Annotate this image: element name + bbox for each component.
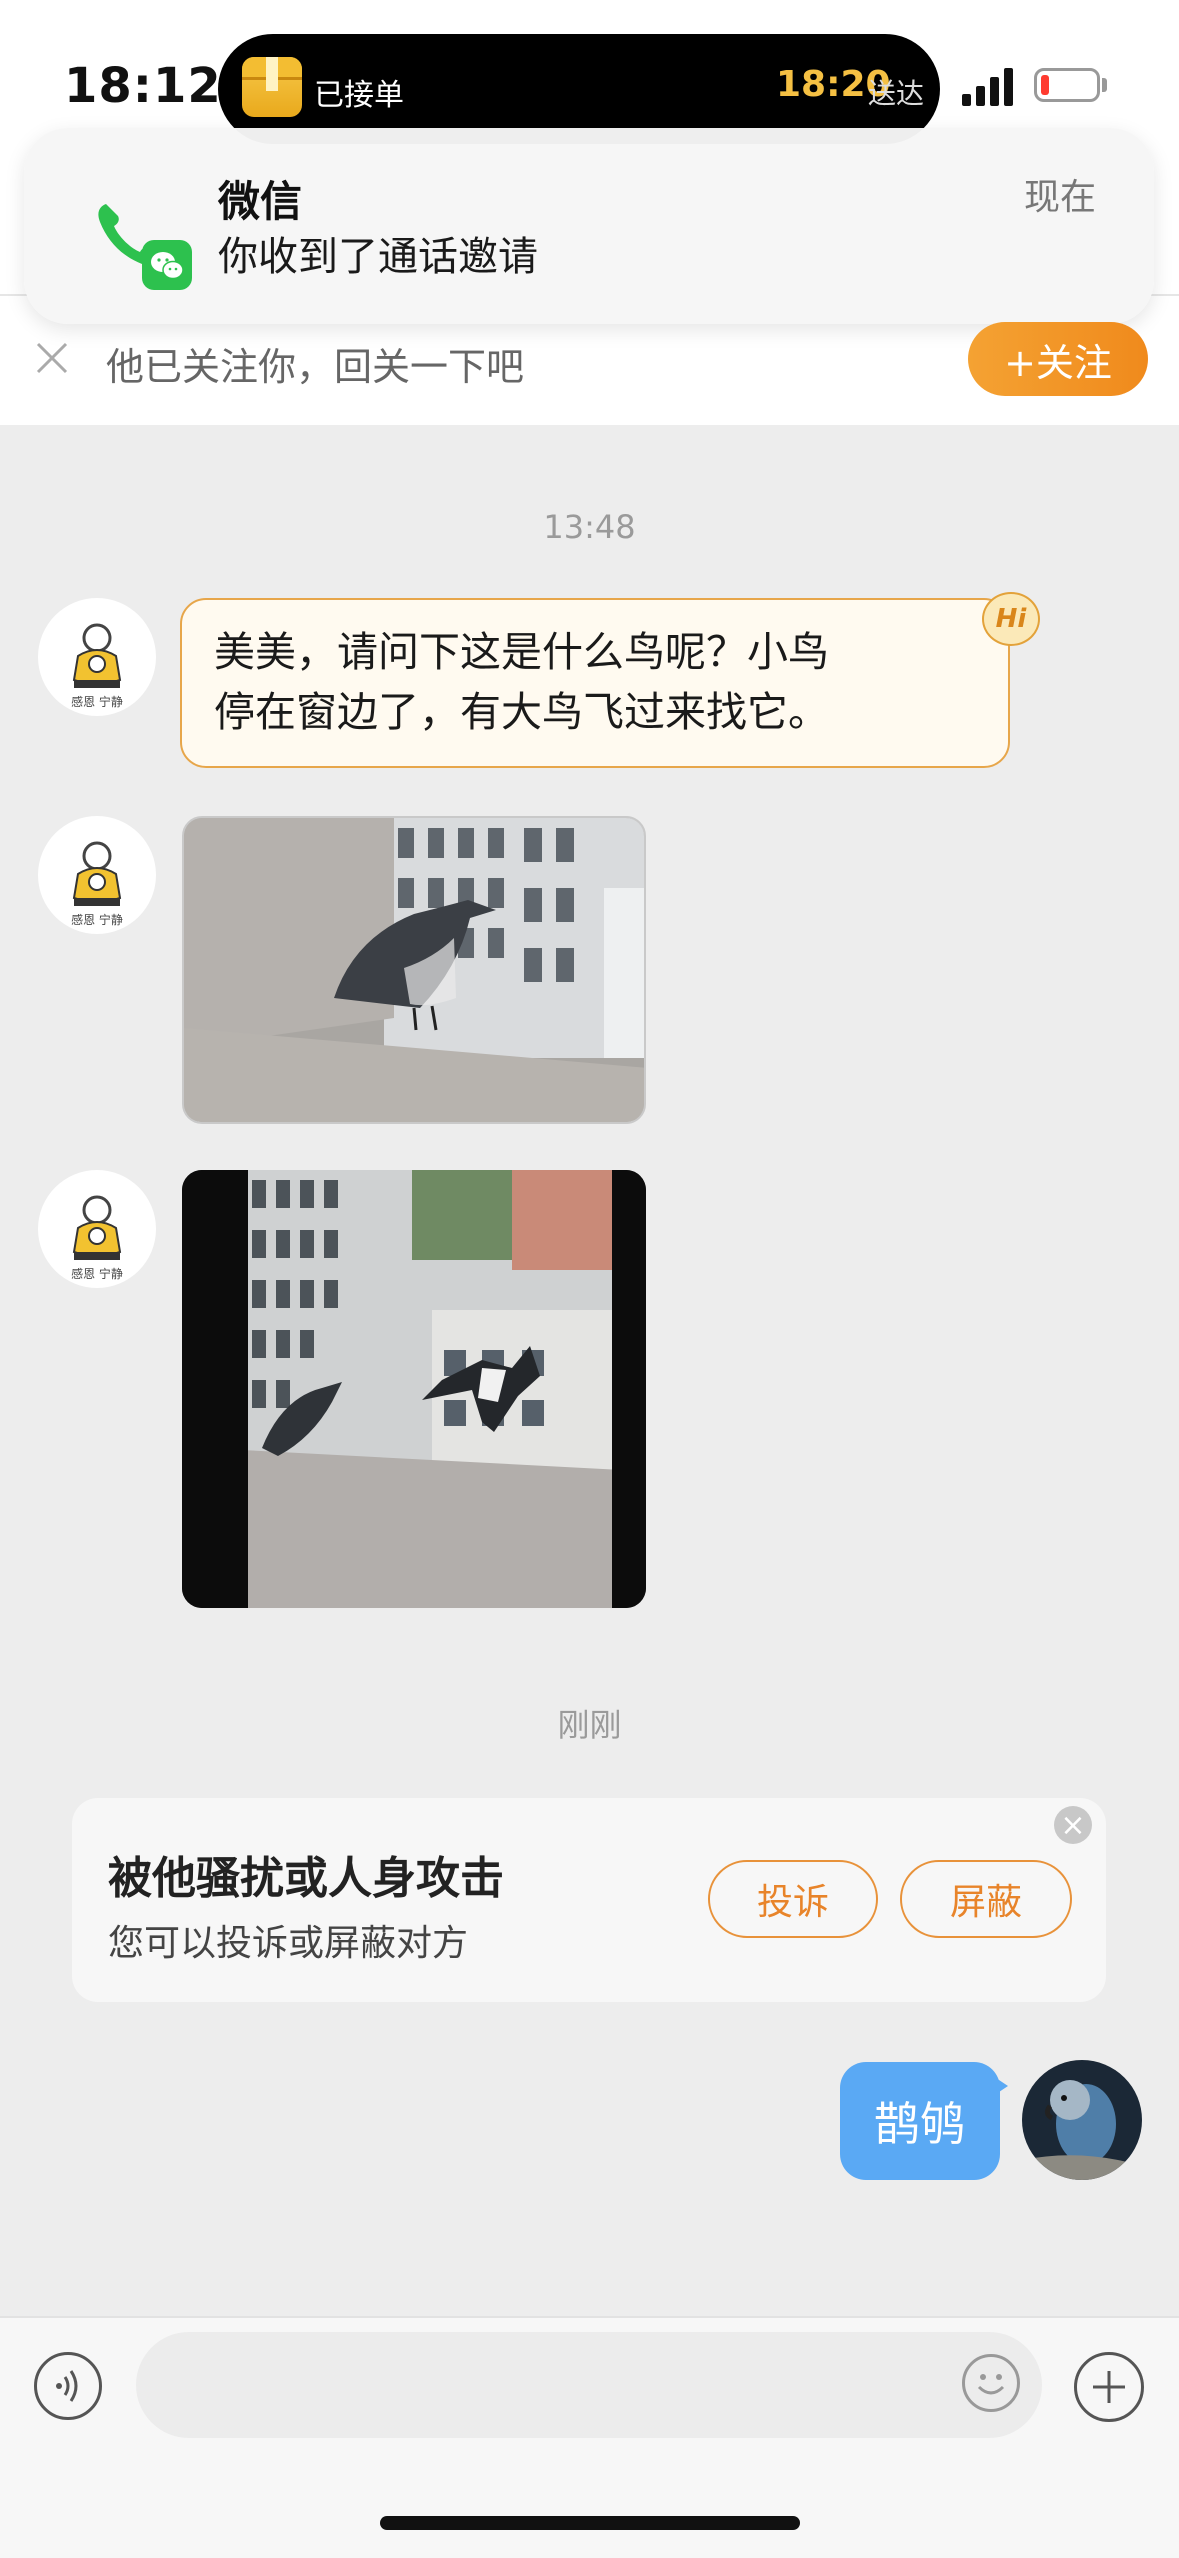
notification-body: 你收到了通话邀请 bbox=[218, 234, 538, 280]
notification-banner[interactable] bbox=[24, 128, 1154, 324]
complain-button[interactable]: 投诉 bbox=[708, 1860, 878, 1938]
smiley-icon bbox=[977, 2374, 1005, 2395]
emoji-button[interactable] bbox=[962, 2354, 1020, 2412]
avatar[interactable]: 感恩 宁静 bbox=[38, 816, 156, 934]
status-clock: 18:12 bbox=[64, 58, 222, 114]
delivery-box-icon bbox=[242, 57, 302, 117]
notification-time: 现在 bbox=[1024, 177, 1097, 218]
more-options-button[interactable] bbox=[1074, 2352, 1144, 2422]
close-icon[interactable] bbox=[30, 336, 74, 380]
notification-app-name: 微信 bbox=[218, 177, 303, 226]
report-card-title: 被他骚扰或人身攻击 bbox=[108, 1853, 504, 1904]
follow-button[interactable]: +关注 bbox=[968, 322, 1148, 396]
photo-message[interactable] bbox=[182, 1170, 646, 1608]
my-message-bubble[interactable]: 鹊鸲 bbox=[840, 2062, 1000, 2180]
avatar[interactable]: 感恩 宁静 bbox=[38, 1170, 156, 1288]
message-input[interactable] bbox=[136, 2332, 1042, 2438]
message-text-line: 美美，请问下这是什么鸟呢？小鸟 bbox=[214, 628, 829, 676]
svg-text:感恩 宁静: 感恩 宁静 bbox=[71, 694, 123, 709]
message-bubble[interactable]: 美美，请问下这是什么鸟呢？小鸟 停在窗边了，有大鸟飞过来找它。 bbox=[180, 598, 1010, 768]
report-card-subtitle: 您可以投诉或屏蔽对方 bbox=[108, 1923, 469, 1964]
chat-timestamp: 刚刚 bbox=[557, 1706, 622, 1744]
voice-input-button[interactable] bbox=[34, 2352, 102, 2420]
my-avatar[interactable] bbox=[1022, 2060, 1142, 2180]
bubble-tail bbox=[990, 2074, 1008, 2098]
battery-tip bbox=[1102, 78, 1107, 92]
home-indicator[interactable] bbox=[380, 2516, 800, 2530]
live-activity-label: 已接单 bbox=[314, 78, 404, 113]
wechat-icon bbox=[142, 240, 192, 290]
plus-icon bbox=[1093, 2371, 1125, 2403]
avatar[interactable]: 感恩 宁静 bbox=[38, 598, 156, 716]
photo-message[interactable] bbox=[182, 816, 646, 1124]
battery-icon bbox=[1034, 68, 1100, 102]
cellular-signal-icon bbox=[962, 66, 1016, 106]
svg-text:感恩 宁静: 感恩 宁静 bbox=[71, 1266, 123, 1281]
svg-text:感恩 宁静: 感恩 宁静 bbox=[71, 912, 123, 927]
chat-timestamp: 13:48 bbox=[543, 508, 636, 546]
close-icon[interactable]: × bbox=[1054, 1806, 1092, 1844]
live-activity-eta-label: 送达 bbox=[868, 77, 925, 110]
follow-prompt-text: 他已关注你，回关一下吧 bbox=[106, 345, 525, 389]
voice-icon bbox=[56, 2370, 78, 2402]
block-button[interactable]: 屏蔽 bbox=[900, 1860, 1072, 1938]
message-text-line: 停在窗边了，有大鸟飞过来找它。 bbox=[214, 688, 829, 736]
hi-badge: Hi bbox=[982, 592, 1040, 646]
